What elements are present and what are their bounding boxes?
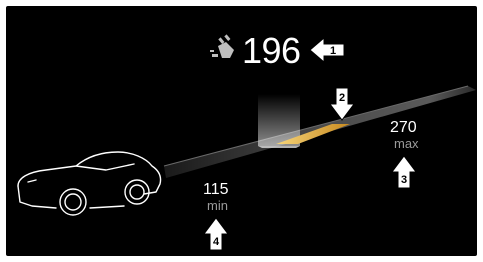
callout-3-number: 3 xyxy=(401,174,407,186)
min-range-value: 115 xyxy=(203,181,229,198)
callout-1-number: 1 xyxy=(330,45,336,57)
range-display-screen: 196 270 max 115 min 1 2 3 4 xyxy=(6,6,477,256)
callout-2-arrow: 2 xyxy=(329,87,355,121)
max-range-label: max xyxy=(394,136,419,151)
min-range-label: min xyxy=(207,198,228,213)
callout-3-arrow: 3 xyxy=(391,155,417,189)
callout-4-arrow: 4 xyxy=(203,217,229,251)
current-range-value: 196 xyxy=(242,30,301,71)
callout-4-number: 4 xyxy=(213,236,220,248)
callout-2-number: 2 xyxy=(339,92,345,104)
callout-1-arrow: 1 xyxy=(309,36,345,64)
max-range-value: 270 xyxy=(390,119,417,136)
